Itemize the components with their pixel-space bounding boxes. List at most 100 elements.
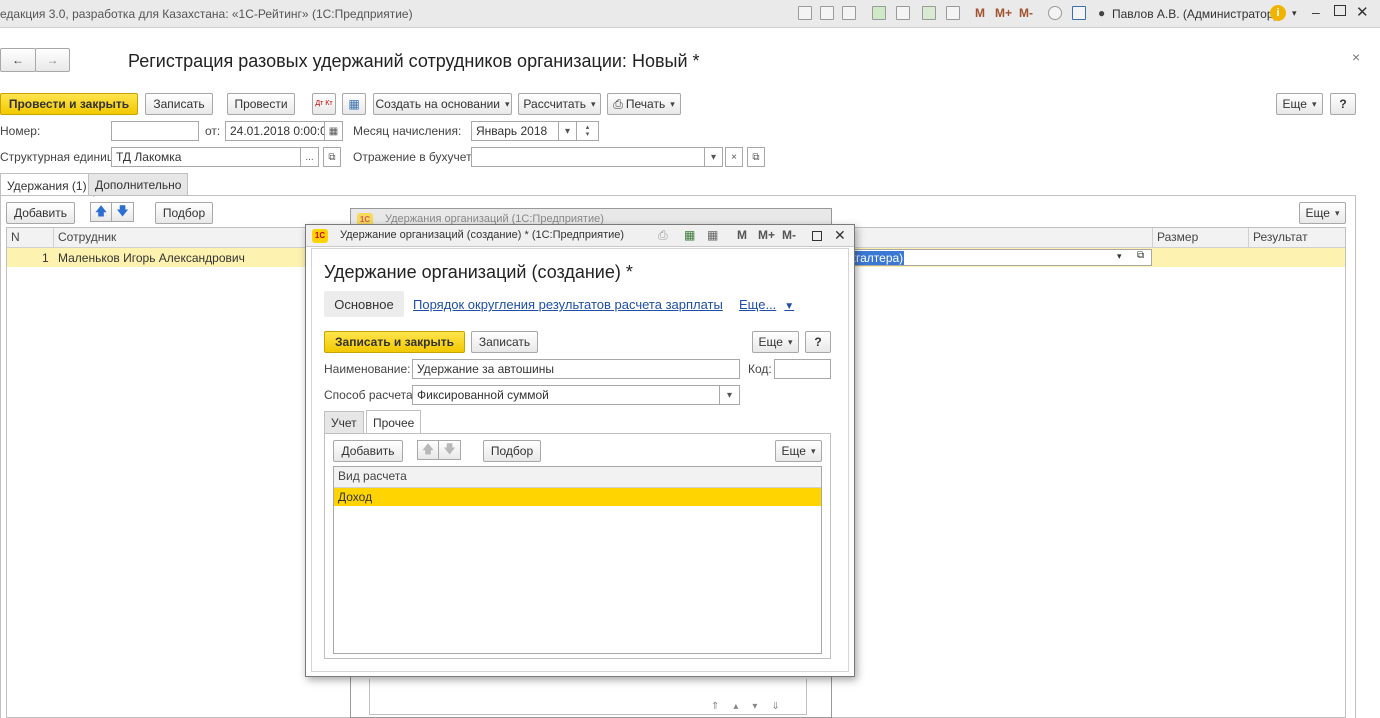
reflect-field[interactable]	[471, 147, 705, 167]
close-form-icon[interactable]: ×	[1352, 49, 1360, 65]
create-based-button[interactable]: Создать на основании	[373, 93, 512, 115]
method-field[interactable]: Фиксированной суммой	[412, 385, 720, 405]
info-icon[interactable]: i	[1270, 5, 1286, 21]
col-header-calc-type[interactable]: Вид расчета	[334, 467, 821, 488]
back-button[interactable]: ←	[0, 48, 36, 72]
table-more-button[interactable]: Еще	[1299, 202, 1346, 224]
forward-button[interactable]: →	[35, 48, 70, 72]
close-icon[interactable]: ✕	[834, 227, 846, 244]
memory-minus[interactable]: M-	[1019, 6, 1033, 20]
clear-icon: ×	[731, 151, 737, 163]
inner-pick-button[interactable]: Подбор	[483, 440, 541, 462]
calculator-icon[interactable]	[922, 6, 936, 20]
table-more-label: Еще	[1305, 206, 1330, 220]
reflect-dropdown-button[interactable]: ▾	[705, 147, 723, 167]
memory-minus[interactable]: M-	[782, 228, 796, 242]
unit-select-button[interactable]: ...	[301, 147, 319, 167]
inner-move-up-button[interactable]: 🡅	[417, 440, 439, 460]
reflect-clear-button[interactable]: ×	[725, 147, 743, 167]
memory-m[interactable]: M	[737, 228, 747, 242]
month-dropdown-button[interactable]: ▾	[559, 121, 577, 141]
dropdown-icon[interactable]: ▾	[1292, 8, 1297, 19]
upload-icon[interactable]	[872, 6, 886, 20]
nav-more-link[interactable]: Еще... ▼	[739, 297, 794, 312]
mail-icon[interactable]	[896, 6, 910, 20]
calculator-icon[interactable]: ▦	[684, 228, 695, 242]
code-field[interactable]	[774, 359, 831, 379]
user-icon: ●	[1098, 6, 1106, 20]
row-employee: Маленьков Игорь Александрович	[58, 251, 245, 265]
create-based-label: Создать на основании	[375, 97, 500, 111]
preview-icon[interactable]	[842, 6, 856, 20]
chevron-down-icon[interactable]: ▾	[1117, 251, 1122, 262]
memory-m[interactable]: M	[975, 6, 985, 20]
inner-move-down-button[interactable]: 🡇	[439, 440, 461, 460]
zoom-icon[interactable]	[1048, 6, 1062, 20]
number-field[interactable]	[111, 121, 199, 141]
tab-additional[interactable]: Дополнительно	[88, 173, 189, 195]
date-field[interactable]: 24.01.2018 0:00:00	[225, 121, 325, 141]
open-icon: ⧉	[328, 151, 336, 163]
arrow-up-icon: 🡅	[94, 203, 108, 218]
print-button[interactable]: ⎙ Печать	[607, 93, 681, 115]
maximize-icon[interactable]	[812, 231, 822, 241]
calendar-picker-button[interactable]: ▦	[325, 121, 343, 141]
memory-plus[interactable]: M+	[758, 228, 775, 242]
dialog-help-button[interactable]: ?	[805, 331, 831, 353]
maximize-icon[interactable]	[1334, 5, 1346, 16]
pick-button[interactable]: Подбор	[155, 202, 213, 224]
save-icon[interactable]	[798, 6, 812, 20]
open-icon[interactable]: ⧉	[1137, 250, 1144, 261]
more-button[interactable]: Еще	[1276, 93, 1323, 115]
tab-deductions[interactable]: Удержания (1)	[0, 173, 94, 197]
structure-button[interactable]: ▦	[342, 93, 366, 115]
calendar-icon[interactable]: ▦	[707, 228, 718, 242]
unit-open-button[interactable]: ⧉	[323, 147, 341, 167]
save-and-close-button[interactable]: Записать и закрыть	[324, 331, 465, 353]
name-field[interactable]: Удержание за автошины	[412, 359, 740, 379]
help-button[interactable]: ?	[1330, 93, 1356, 115]
inner-more-button[interactable]: Еще	[775, 440, 822, 462]
calendar-icon[interactable]	[946, 6, 960, 20]
calculate-button[interactable]: Рассчитать	[518, 93, 601, 115]
print-icon[interactable]	[820, 6, 834, 20]
row-edit-field[interactable]: хгалтера) ▾ ⧉	[846, 249, 1152, 266]
memory-plus[interactable]: M+	[995, 6, 1012, 20]
nav-rounding-link[interactable]: Порядок округления результатов расчета з…	[413, 297, 723, 312]
scroll-buttons[interactable]: ⇑▴▾⇓	[711, 701, 794, 712]
dialog-body: Удержание организаций (создание) * Основ…	[311, 248, 849, 672]
move-up-button[interactable]: 🡅	[90, 202, 112, 222]
col-header-n[interactable]: N	[7, 228, 54, 248]
reflect-open-button[interactable]: ⧉	[747, 147, 765, 167]
tab-other[interactable]: Прочее	[366, 410, 422, 434]
panels-icon[interactable]	[1072, 6, 1086, 20]
minimize-icon[interactable]: –	[1312, 4, 1320, 20]
tab-accounting[interactable]: Учет	[324, 411, 364, 433]
reflect-label: Отражение в бухучете:	[353, 150, 482, 164]
add-row-button[interactable]: Добавить	[6, 202, 75, 224]
unit-field[interactable]: ТД Лакомка	[111, 147, 301, 167]
save-button[interactable]: Записать	[145, 93, 213, 115]
dt-kt-button[interactable]: Дт Кт	[312, 93, 336, 115]
print-icon[interactable]: ⎙	[658, 228, 668, 243]
inner-add-button[interactable]: Добавить	[333, 440, 403, 462]
dialog-more-button[interactable]: Еще	[752, 331, 799, 353]
dialog-more-label: Еще	[758, 335, 783, 349]
method-dropdown-button[interactable]: ▾	[720, 385, 740, 405]
chevron-down-icon: ▾	[564, 125, 571, 137]
close-icon[interactable]: ✕	[1356, 3, 1369, 21]
grid-row[interactable]: Доход	[334, 488, 821, 506]
month-stepper[interactable]: ▴ ▾	[577, 121, 599, 141]
col-header-size[interactable]: Размер	[1153, 228, 1249, 248]
stepper-up-icon: ▴	[585, 124, 590, 131]
move-down-button[interactable]: 🡇	[112, 202, 134, 222]
nav-main[interactable]: Основное	[324, 291, 404, 317]
post-and-close-button[interactable]: Провести и закрыть	[0, 93, 138, 115]
month-field[interactable]: Январь 2018	[471, 121, 559, 141]
post-button[interactable]: Провести	[227, 93, 295, 115]
app-title-bar: едакция 3.0, разработка для Казахстана: …	[0, 0, 1380, 28]
chevron-down-icon: ▾	[710, 151, 717, 163]
dialog-save-button[interactable]: Записать	[471, 331, 538, 353]
user-name[interactable]: Павлов А.В. (Администратор)	[1112, 7, 1278, 21]
col-header-result[interactable]: Результат	[1249, 228, 1345, 248]
